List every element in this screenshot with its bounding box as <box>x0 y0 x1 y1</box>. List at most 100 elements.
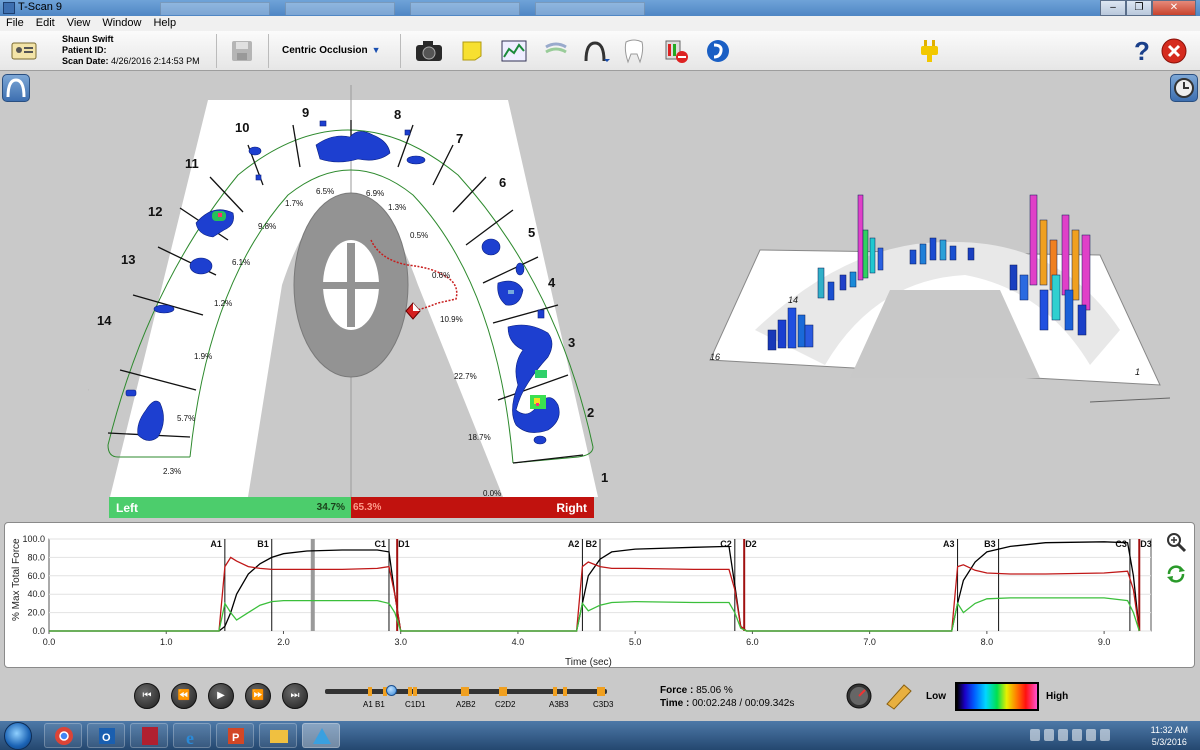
pct-tooth-8: 6.9% <box>366 189 384 198</box>
graph-icon[interactable] <box>500 37 528 65</box>
x-tick-label: 9.0 <box>1098 637 1111 647</box>
taskbar-tscan[interactable] <box>302 723 340 748</box>
svg-text:O: O <box>102 732 111 744</box>
skip-to-end-button[interactable]: ⏭ <box>282 683 308 709</box>
force-label: Force : <box>660 685 694 696</box>
right-percentage: 65.3% <box>353 502 382 513</box>
patient-id-label: Patient ID: <box>62 45 107 55</box>
browser-tab-ghost <box>285 2 395 15</box>
y-axis-label: % Max Total Force <box>11 538 22 621</box>
tooth-number-14: 14 <box>97 313 112 328</box>
start-button[interactable] <box>4 722 32 750</box>
sensor-icon[interactable] <box>704 37 732 65</box>
taskbar-outlook[interactable]: O <box>87 723 125 748</box>
save-icon[interactable] <box>228 37 256 65</box>
system-tray[interactable] <box>1030 729 1120 743</box>
x-tick-label: 8.0 <box>981 637 994 647</box>
recording-mode-value: Centric Occlusion <box>282 45 368 56</box>
event-marker-label: B1 <box>257 539 269 549</box>
x-tick-label: 6.0 <box>746 637 759 647</box>
tooth-number-8: 8 <box>394 107 401 122</box>
help-button[interactable]: ? <box>1128 36 1156 66</box>
y-tick-label: 60.0 <box>27 571 45 581</box>
3d-label-14: 14 <box>788 295 798 305</box>
app-icon <box>3 2 15 14</box>
skip-to-start-button[interactable]: ⏮ <box>134 683 160 709</box>
tooth-number-2: 2 <box>587 405 594 420</box>
taskbar-powerpoint[interactable]: P <box>216 723 254 748</box>
tooth-number-6: 6 <box>499 175 506 190</box>
slider-label-a3b3: A3B3 <box>549 700 569 709</box>
taskbar-chrome[interactable] <box>44 723 82 748</box>
force-vs-time-graph[interactable]: % Max Total Force Time (sec) 100.0 80.0 60… <box>4 522 1195 668</box>
maximize-button[interactable]: ❐ <box>1126 0 1152 16</box>
taskbar-book-app[interactable] <box>130 723 168 748</box>
event-marker-label: D1 <box>398 539 410 549</box>
taskbar-internet-explorer[interactable]: e <box>173 723 211 748</box>
tooth-icon[interactable] <box>620 37 648 65</box>
left-percentage: 34.7% <box>316 502 345 513</box>
patient-card-icon[interactable] <box>10 37 38 65</box>
playback-bar: ⏮ ⏪ ▶ ⏩ ⏭ A1 B1 C1D1 A2B2 C2D2 A3B3 C3D3… <box>0 670 1200 721</box>
ruler-icon[interactable] <box>884 682 914 710</box>
pct-tooth-7: 1.3% <box>388 203 406 212</box>
x-tick-label: 1.0 <box>160 637 173 647</box>
arch-2d-view[interactable]: 1 2 3 4 5 6 7 8 9 10 11 12 13 14 15 16 2… <box>56 85 618 520</box>
delete-movie-icon[interactable] <box>662 37 690 65</box>
x-tick-label: 0.0 <box>43 637 56 647</box>
pct-tooth-2: 18.7% <box>468 433 491 442</box>
clock-icon[interactable] <box>1170 74 1198 102</box>
tooth-number-4: 4 <box>548 275 556 290</box>
arch-3d-view[interactable]: 14 16 1 <box>700 180 1171 410</box>
note-icon[interactable] <box>458 37 486 65</box>
minimize-button[interactable]: – <box>1100 0 1126 16</box>
browser-tab-ghost <box>160 2 270 15</box>
play-button[interactable]: ▶ <box>208 683 234 709</box>
slider-label-c2d2: C2D2 <box>495 700 516 709</box>
rewind-button[interactable]: ⏪ <box>171 683 197 709</box>
patient-info: Shaun Swift Patient ID: Scan Date: 4/26/… <box>62 34 200 67</box>
refresh-icon[interactable] <box>1165 563 1187 585</box>
time-cursor[interactable] <box>310 539 315 631</box>
camera-icon[interactable] <box>414 37 442 65</box>
arch-icon[interactable] <box>582 37 610 65</box>
force-readout: Force : 85.06 % Time : 00:02.248 / 00:09… <box>660 684 794 710</box>
pct-tooth-13: 1.2% <box>214 299 232 308</box>
clock-date: 5/3/2016 <box>1151 737 1187 747</box>
pct-tooth-9: 6.5% <box>316 187 334 196</box>
time-value: 00:02.248 / 00:09.342s <box>692 698 795 709</box>
event-marker-label: D3 <box>1140 539 1152 549</box>
system-clock[interactable]: 11:32 AM 5/3/2016 <box>1151 724 1188 748</box>
gauge-icon[interactable] <box>845 682 873 710</box>
layers-icon[interactable] <box>542 37 570 65</box>
exit-button[interactable] <box>1160 37 1188 65</box>
toolbar-separator <box>268 34 269 68</box>
zoom-icon[interactable] <box>1165 531 1187 553</box>
menu-window[interactable]: Window <box>96 16 147 31</box>
arch-view-toggle[interactable] <box>2 74 30 102</box>
recording-mode-dropdown[interactable]: Centric Occlusion ▼ <box>282 45 381 56</box>
clock-time: 11:32 AM <box>1150 725 1188 735</box>
3d-label-16: 16 <box>710 352 720 362</box>
center-of-force-marker <box>405 302 421 320</box>
y-tick-label: 0.0 <box>32 626 45 636</box>
x-tick-label: 3.0 <box>394 637 407 647</box>
menu-edit[interactable]: Edit <box>30 16 61 31</box>
timeline-thumb[interactable] <box>386 685 397 696</box>
menu-file[interactable]: File <box>0 16 30 31</box>
chevron-down-icon: ▼ <box>371 45 381 55</box>
timeline-slider[interactable]: A1 B1 C1D1 A2B2 C2D2 A3B3 C3D3 <box>325 685 613 717</box>
x-tick-label: 4.0 <box>512 637 525 647</box>
menu-view[interactable]: View <box>61 16 97 31</box>
menu-bar: File Edit View Window Help <box>0 16 1200 31</box>
taskbar-explorer[interactable] <box>259 723 297 748</box>
close-window-button[interactable]: ✕ <box>1152 0 1196 16</box>
legend-low-label: Low <box>926 691 946 702</box>
tooth-number-13: 13 <box>121 252 135 267</box>
menu-help[interactable]: Help <box>147 16 182 31</box>
tooth-number-10: 10 <box>235 120 249 135</box>
pct-tooth-10: 1.7% <box>285 199 303 208</box>
fast-forward-button[interactable]: ⏩ <box>245 683 271 709</box>
right-force-bar: 65.3% Right <box>351 497 594 518</box>
legend-high-label: High <box>1046 691 1069 702</box>
